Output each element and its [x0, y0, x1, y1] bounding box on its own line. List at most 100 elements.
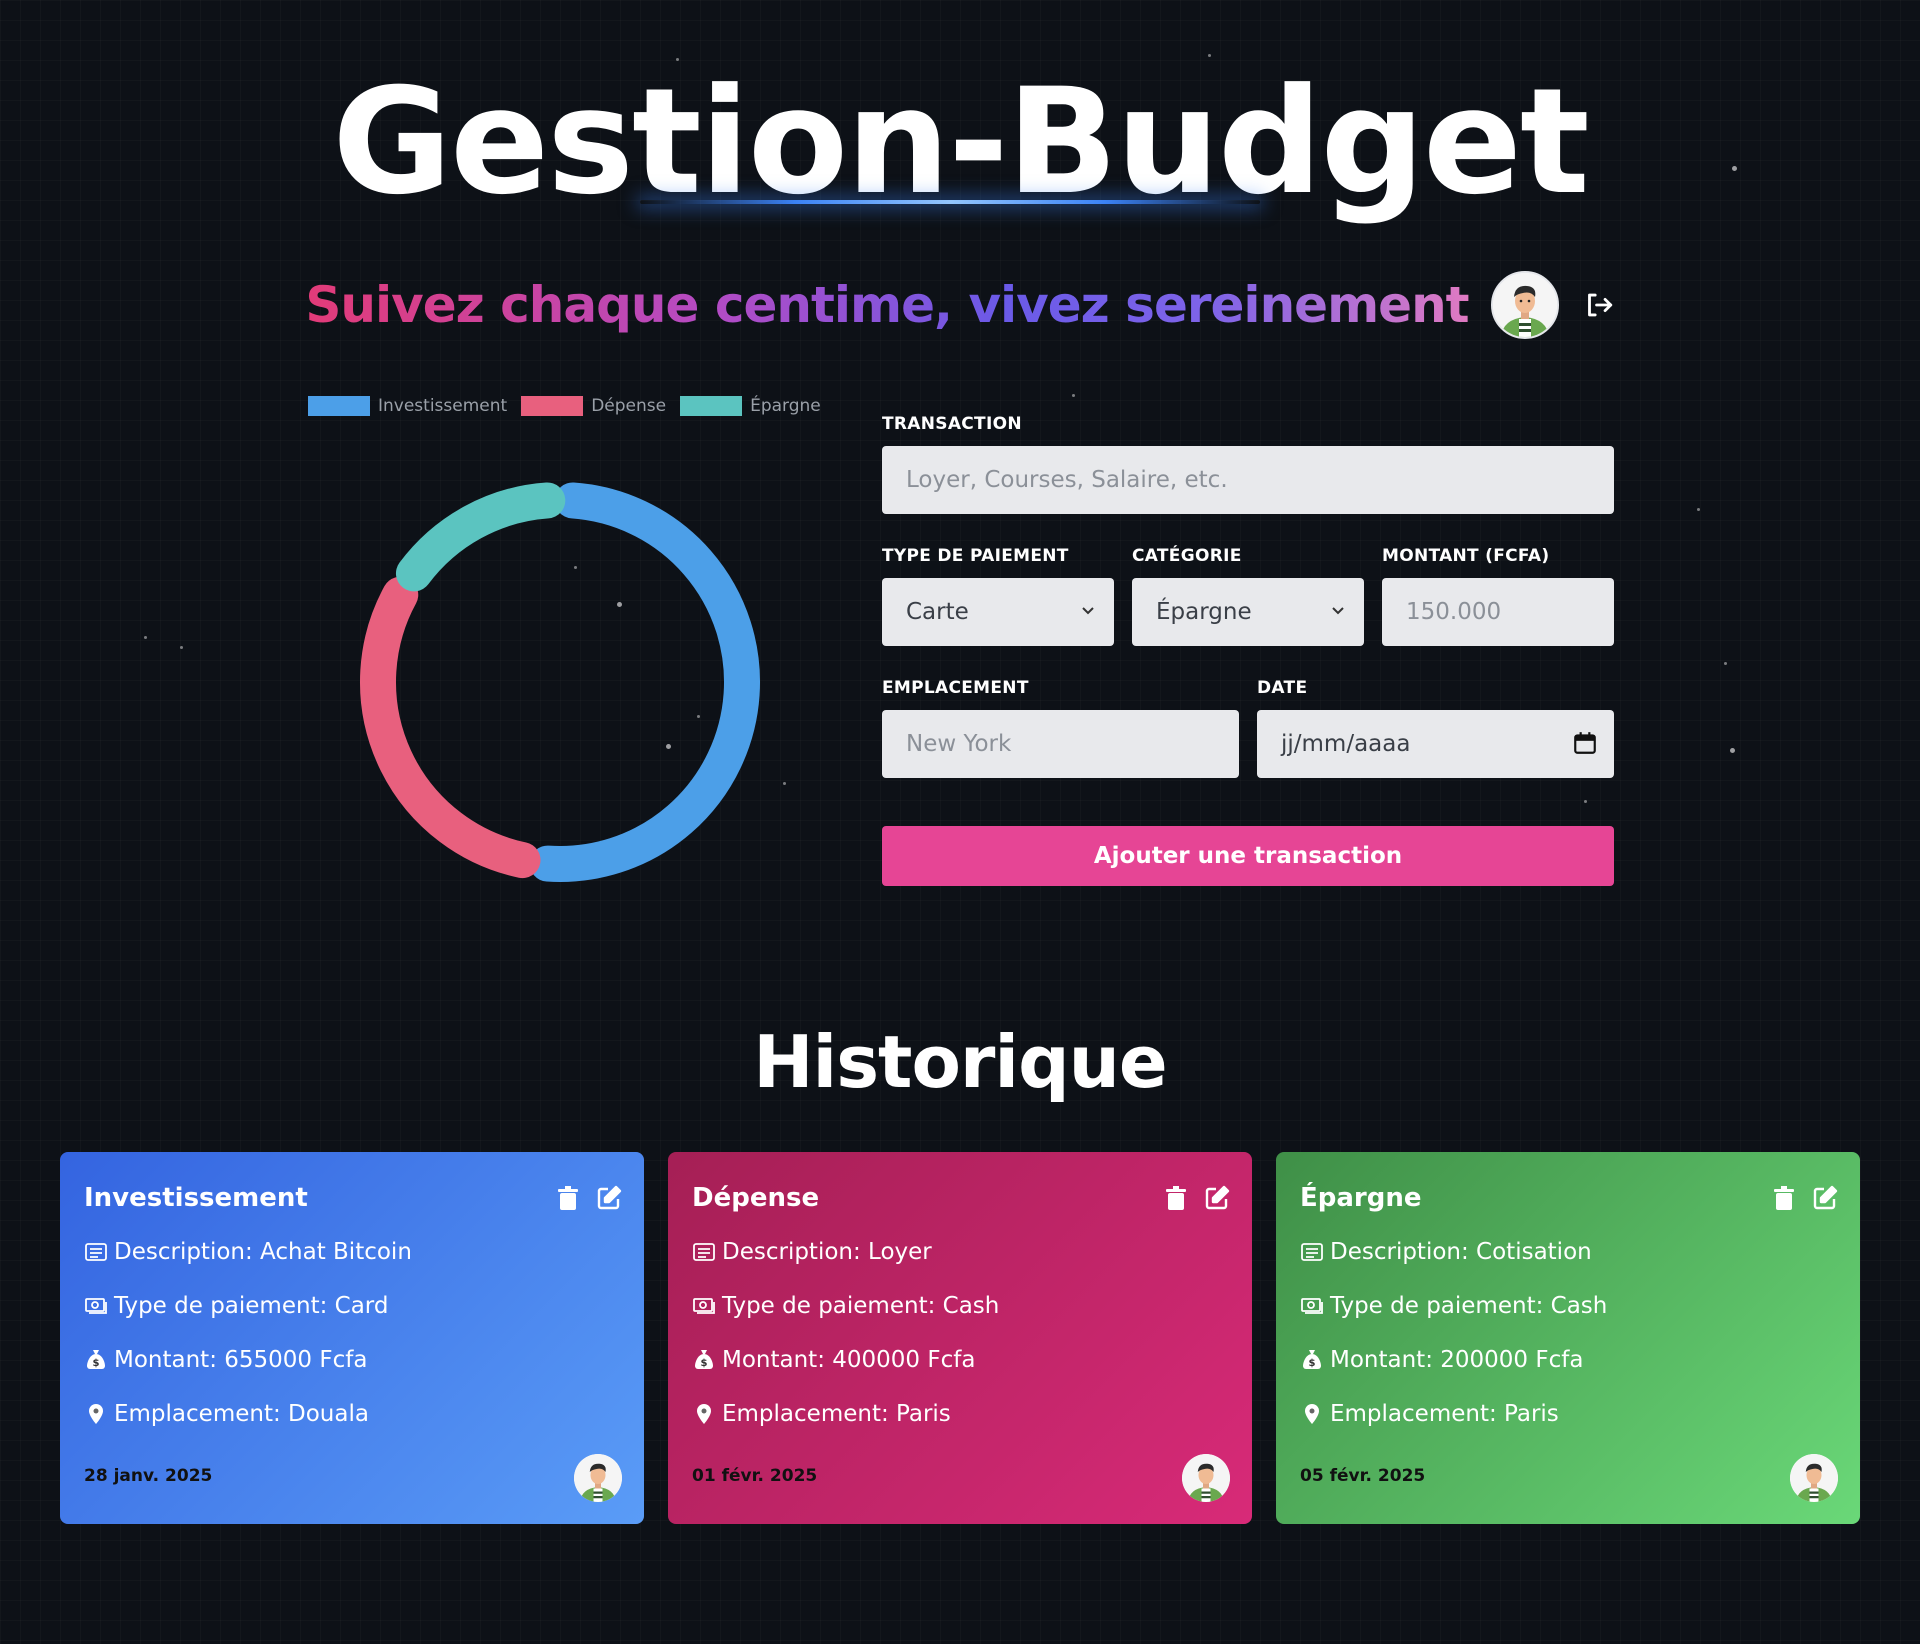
user-avatar — [574, 1454, 622, 1502]
category-value: Épargne — [1156, 599, 1252, 625]
svg-text:$: $ — [701, 1358, 708, 1369]
legend-item[interactable]: Épargne — [680, 396, 821, 416]
card-location: Emplacement: Douala — [84, 1400, 620, 1428]
receipt-icon — [1301, 1243, 1323, 1261]
category-select[interactable]: Épargne — [1132, 578, 1364, 646]
trash-icon[interactable] — [1164, 1185, 1188, 1211]
legend-swatch — [521, 396, 584, 416]
donut-slice-investissement[interactable] — [529, 482, 760, 882]
location-text: Emplacement: Douala — [114, 1401, 369, 1427]
user-avatar — [1790, 1454, 1838, 1502]
card-description: Description: Loyer — [692, 1238, 1228, 1266]
star — [144, 636, 147, 639]
card-category: Épargne — [1300, 1183, 1422, 1213]
amount-label: Montant (FCFA) — [1382, 546, 1550, 566]
donut-slice-dépense[interactable] — [360, 576, 541, 879]
date-placeholder: jj/mm/aaaa — [1281, 731, 1411, 757]
card-payment-type: Type de paiement: Cash — [692, 1292, 1228, 1320]
title-underline-glow — [640, 200, 1260, 204]
card-payment-type: Type de paiement: Cash — [1300, 1292, 1836, 1320]
card-location: Emplacement: Paris — [692, 1400, 1228, 1428]
transaction-placeholder: Loyer, Courses, Salaire, etc. — [906, 467, 1228, 493]
user-avatar[interactable] — [1490, 271, 1559, 339]
card-date: 28 janv. 2025 — [84, 1466, 213, 1486]
payment-type-text: Type de paiement: Card — [114, 1293, 389, 1319]
card-date: 01 févr. 2025 — [692, 1466, 818, 1486]
location-label: Emplacement — [882, 678, 1029, 698]
svg-text:$: $ — [93, 1358, 100, 1369]
legend-item[interactable]: Investissement — [308, 396, 507, 416]
card-date: 05 févr. 2025 — [1300, 1466, 1426, 1486]
date-input[interactable]: jj/mm/aaaa — [1257, 710, 1614, 778]
star — [1724, 662, 1727, 665]
location-input[interactable]: New York — [882, 710, 1239, 778]
donut-svg — [360, 482, 760, 882]
money-bill-icon — [1301, 1298, 1323, 1314]
legend-swatch — [308, 396, 370, 416]
description-text: Description: Loyer — [722, 1239, 932, 1265]
category-label: Catégorie — [1132, 546, 1242, 566]
map-pin-icon — [89, 1404, 103, 1424]
amount-placeholder: 150.000 — [1406, 599, 1502, 625]
payment-type-select[interactable]: Carte — [882, 578, 1114, 646]
card-payment-type: Type de paiement: Card — [84, 1292, 620, 1320]
app-subtitle: Suivez chaque centime, vivez sereinement — [305, 276, 1469, 334]
money-bag-icon: $ — [87, 1350, 105, 1369]
svg-text:$: $ — [1309, 1358, 1316, 1369]
transaction-card: Investissement Description: Achat Bitcoi… — [60, 1152, 644, 1524]
money-bill-icon — [85, 1298, 107, 1314]
history-title: Historique — [753, 1020, 1168, 1104]
history-card-list: Investissement Description: Achat Bitcoi… — [60, 1152, 1860, 1524]
calendar-icon[interactable] — [1572, 730, 1598, 756]
edit-icon[interactable] — [1812, 1185, 1838, 1211]
subtitle-row: Suivez chaque centime, vivez sereinement — [0, 268, 1920, 342]
location-text: Emplacement: Paris — [1330, 1401, 1559, 1427]
amount-input[interactable]: 150.000 — [1382, 578, 1614, 646]
legend-label: Épargne — [750, 396, 821, 416]
description-text: Description: Achat Bitcoin — [114, 1239, 412, 1265]
legend-item[interactable]: Dépense — [521, 396, 666, 416]
legend-swatch — [680, 396, 743, 416]
payment-type-label: Type de paiement — [882, 546, 1069, 566]
star — [180, 646, 183, 649]
donut-slice-épargne[interactable] — [395, 482, 566, 592]
description-text: Description: Cotisation — [1330, 1239, 1592, 1265]
user-avatar — [1182, 1454, 1230, 1502]
trash-icon[interactable] — [1772, 1185, 1796, 1211]
trash-icon[interactable] — [556, 1185, 580, 1211]
transaction-input[interactable]: Loyer, Courses, Salaire, etc. — [882, 446, 1614, 514]
map-pin-icon — [1305, 1404, 1319, 1424]
transaction-form: Transaction Loyer, Courses, Salaire, etc… — [882, 414, 1614, 886]
card-category: Dépense — [692, 1183, 820, 1213]
card-amount: $ Montant: 400000 Fcfa — [692, 1346, 1228, 1374]
money-bag-icon: $ — [1303, 1350, 1321, 1369]
edit-icon[interactable] — [1204, 1185, 1230, 1211]
payment-type-text: Type de paiement: Cash — [722, 1293, 1000, 1319]
amount-text: Montant: 655000 Fcfa — [114, 1347, 368, 1373]
legend-label: Investissement — [378, 396, 508, 416]
edit-icon[interactable] — [596, 1185, 622, 1211]
payment-type-value: Carte — [906, 599, 969, 625]
money-bill-icon — [693, 1298, 715, 1314]
card-description: Description: Cotisation — [1300, 1238, 1836, 1266]
chevron-down-icon — [1332, 607, 1344, 615]
budget-doughnut-chart: Investissement Dépense Épargne — [300, 392, 821, 932]
add-transaction-button[interactable]: Ajouter une transaction — [882, 826, 1614, 886]
card-amount: $ Montant: 200000 Fcfa — [1300, 1346, 1836, 1374]
logout-icon[interactable] — [1581, 288, 1615, 322]
avatar-icon — [1492, 273, 1557, 337]
transaction-label: Transaction — [882, 414, 1022, 434]
transaction-card: Épargne Description: Cotisation Type de … — [1276, 1152, 1860, 1524]
location-placeholder: New York — [906, 731, 1012, 757]
star — [1697, 508, 1700, 511]
card-description: Description: Achat Bitcoin — [84, 1238, 620, 1266]
map-pin-icon — [697, 1404, 711, 1424]
transaction-card: Dépense Description: Loyer Type de paiem… — [668, 1152, 1252, 1524]
date-label: Date — [1257, 678, 1308, 698]
amount-text: Montant: 200000 Fcfa — [1330, 1347, 1584, 1373]
chart-legend: Investissement Dépense Épargne — [308, 396, 821, 416]
star — [1730, 748, 1735, 753]
card-category: Investissement — [84, 1183, 308, 1213]
legend-label: Dépense — [591, 396, 667, 416]
card-location: Emplacement: Paris — [1300, 1400, 1836, 1428]
